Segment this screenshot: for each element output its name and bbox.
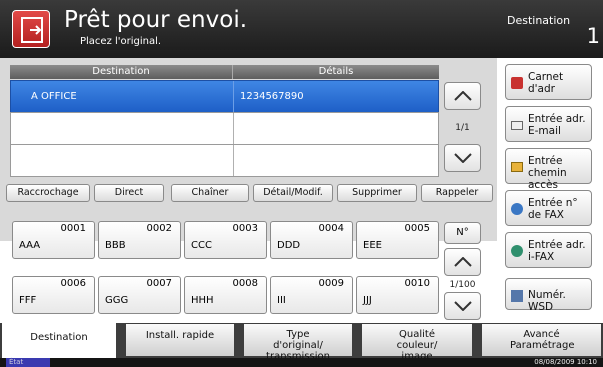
envelope-icon xyxy=(511,121,523,130)
onetouch-key[interactable]: 0004 DDD xyxy=(270,221,353,259)
onetouch-number: 0002 xyxy=(146,223,172,234)
fax-icon xyxy=(511,203,523,215)
direct-button[interactable]: Direct xyxy=(94,184,164,202)
onetouch-number: 0010 xyxy=(404,278,430,289)
table-header: Destination Détails xyxy=(10,65,439,79)
onetouch-scroll-down-button[interactable] xyxy=(444,292,481,320)
tab-color-quality[interactable]: Qualité couleur/ image xyxy=(362,324,472,362)
wsd-scan-label: Numér. WSD xyxy=(528,289,566,313)
list-scroll-down-button[interactable] xyxy=(444,144,481,172)
onetouch-number: 0006 xyxy=(60,278,86,289)
onetouch-name: CCC xyxy=(191,240,212,251)
col-details-header: Détails xyxy=(232,65,439,79)
onetouch-scroll-up-button[interactable] xyxy=(444,248,481,276)
folder-entry-label: Entrée chemin accès xyxy=(528,155,567,191)
onetouch-key[interactable]: 0003 CCC xyxy=(184,221,267,259)
page-subtitle: Placez l'original. xyxy=(80,36,162,47)
onetouch-name: AAA xyxy=(19,240,41,251)
onetouch-key[interactable]: 0006 FFF xyxy=(12,276,95,314)
address-book-icon xyxy=(511,77,523,89)
detail-button[interactable]: Détail/Modif. xyxy=(253,184,333,202)
address-book-button[interactable]: Carnet d'adr xyxy=(505,64,592,100)
status-bar xyxy=(0,358,603,367)
onetouch-number: 0008 xyxy=(232,278,258,289)
date-time: 08/08/2009 10:10 xyxy=(534,358,597,366)
table-row[interactable] xyxy=(10,144,439,177)
chevron-up-icon xyxy=(454,91,472,101)
onetouch-name: FFF xyxy=(19,295,37,306)
onetouch-number: 0003 xyxy=(232,223,258,234)
send-app-icon xyxy=(12,10,50,48)
ifax-entry-label: Entrée adr. i-FAX xyxy=(528,239,586,263)
destination-count: 1 xyxy=(586,24,600,48)
list-scroll-up-button[interactable] xyxy=(444,82,481,110)
table-row[interactable] xyxy=(10,112,439,145)
number-search-button[interactable]: N° xyxy=(444,222,481,244)
fax-entry-label: Entrée n° de FAX xyxy=(528,197,578,221)
row-details xyxy=(233,145,438,176)
onetouch-name: III xyxy=(277,295,286,306)
row-details xyxy=(233,113,438,144)
list-page-indicator: 1/1 xyxy=(455,123,470,133)
onetouch-number: 0005 xyxy=(404,223,430,234)
delete-button[interactable]: Supprimer xyxy=(337,184,417,202)
onetouch-key[interactable]: 0008 HHH xyxy=(184,276,267,314)
onetouch-number: 0004 xyxy=(318,223,344,234)
row-destination: A OFFICE xyxy=(31,91,77,102)
onetouch-name: EEE xyxy=(363,240,382,251)
wsd-scan-icon xyxy=(511,290,523,302)
tab-quick-setup[interactable]: Install. rapide xyxy=(126,324,234,356)
onetouch-name: JJJ xyxy=(363,295,372,306)
onetouch-page-indicator: 1/100 xyxy=(449,280,476,290)
onetouch-name: BBB xyxy=(105,240,126,251)
page-title: Prêt pour envoi. xyxy=(64,7,248,33)
onetouch-key[interactable]: 0010 JJJ xyxy=(356,276,439,314)
onetouch-number: 0007 xyxy=(146,278,172,289)
destination-count-label: Destination xyxy=(507,14,571,27)
table-row[interactable]: A OFFICE 1234567890 xyxy=(10,80,439,113)
status-button[interactable]: État xyxy=(6,358,50,367)
onetouch-key[interactable]: 0001 AAA xyxy=(12,221,95,259)
col-destination-header: Destination xyxy=(92,66,150,77)
row-destination xyxy=(11,145,233,176)
onetouch-number: 0001 xyxy=(60,223,86,234)
ifax-entry-button[interactable]: Entrée adr. i-FAX xyxy=(505,232,592,268)
wsd-scan-button[interactable]: Numér. WSD xyxy=(505,278,592,313)
row-details: 1234567890 xyxy=(233,81,438,112)
folder-icon xyxy=(511,162,523,172)
onetouch-key[interactable]: 0005 EEE xyxy=(356,221,439,259)
tab-destination[interactable]: Destination xyxy=(2,323,116,358)
hook-button[interactable]: Raccrochage xyxy=(6,184,90,202)
onetouch-key[interactable]: 0009 III xyxy=(270,276,353,314)
chain-button[interactable]: Chaîner xyxy=(171,184,249,202)
chevron-up-icon xyxy=(454,257,472,267)
onetouch-key[interactable]: 0002 BBB xyxy=(98,221,181,259)
recall-button[interactable]: Rappeler xyxy=(421,184,493,202)
chevron-down-icon xyxy=(454,301,472,311)
onetouch-name: HHH xyxy=(191,295,214,306)
onetouch-name: DDD xyxy=(277,240,301,251)
ifax-icon xyxy=(511,245,523,257)
email-entry-button[interactable]: Entrée adr. E-mail xyxy=(505,106,592,142)
address-book-label: Carnet d'adr xyxy=(528,71,564,95)
chevron-down-icon xyxy=(454,153,472,163)
onetouch-name: GGG xyxy=(105,295,129,306)
folder-entry-button[interactable]: Entrée chemin accès xyxy=(505,148,592,191)
row-destination xyxy=(11,113,233,144)
onetouch-key[interactable]: 0007 GGG xyxy=(98,276,181,314)
tab-advanced[interactable]: Avancé Paramétrage xyxy=(482,324,601,356)
tab-original-type[interactable]: Type d'original/ transmission xyxy=(244,324,352,362)
fax-entry-button[interactable]: Entrée n° de FAX xyxy=(505,190,592,226)
onetouch-number: 0009 xyxy=(318,278,344,289)
email-entry-label: Entrée adr. E-mail xyxy=(528,113,586,137)
